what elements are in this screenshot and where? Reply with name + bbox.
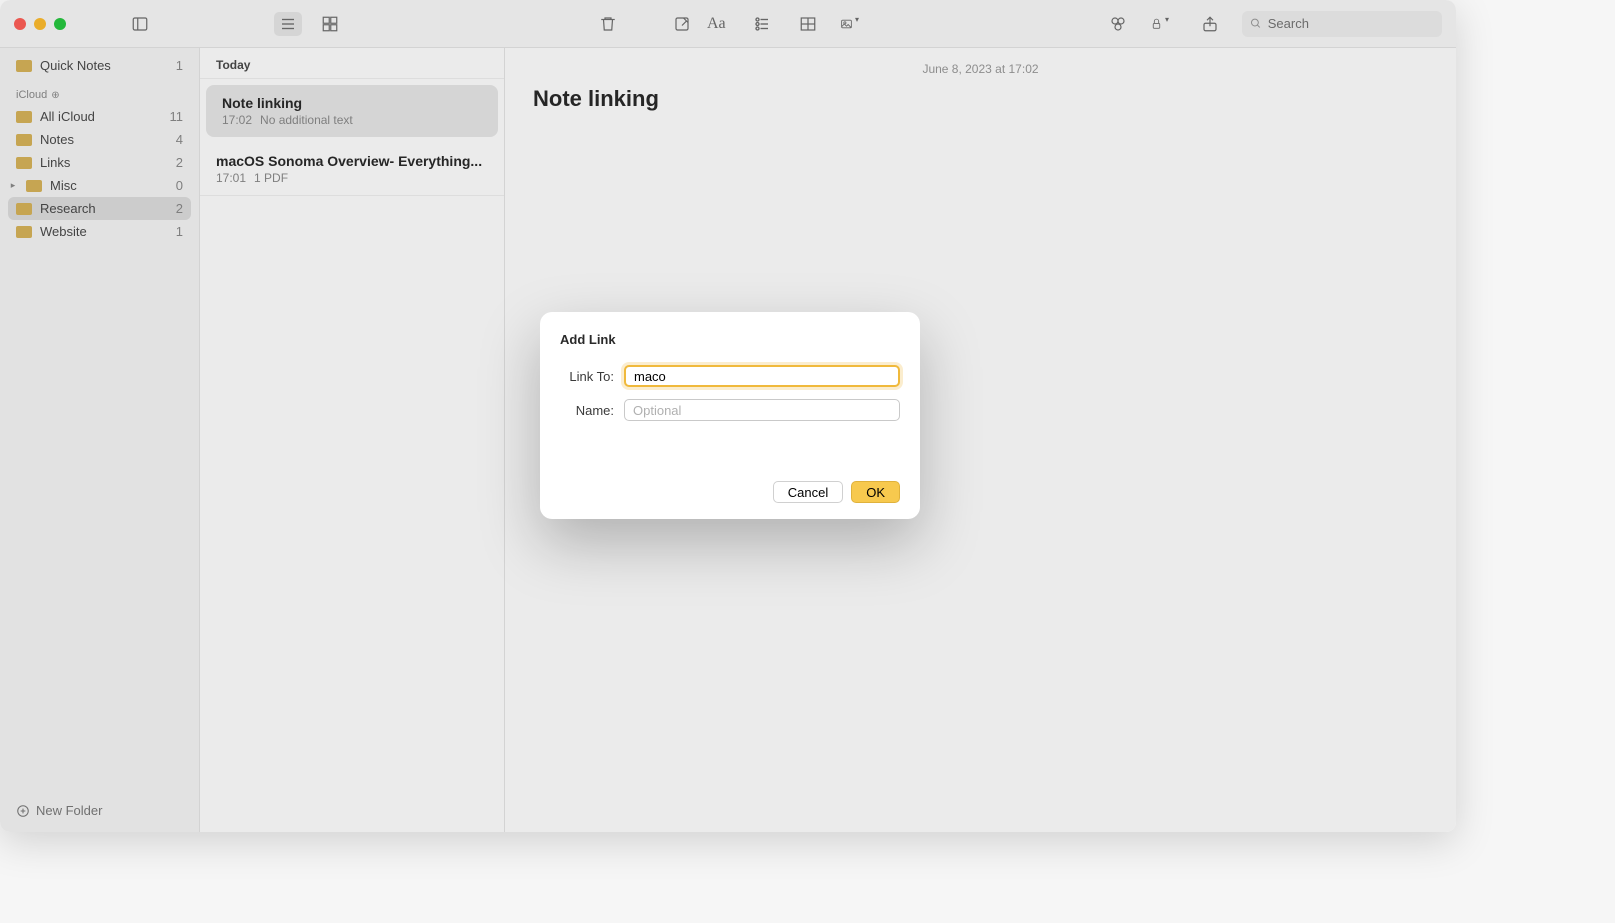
name-label: Name: bbox=[560, 403, 614, 418]
modal-button-row: Cancel OK bbox=[560, 481, 900, 503]
add-link-modal: Add Link Link To: Name: Cancel OK bbox=[540, 312, 920, 519]
link-to-row: Link To: bbox=[560, 365, 900, 387]
modal-title: Add Link bbox=[560, 332, 900, 347]
ok-button[interactable]: OK bbox=[851, 481, 900, 503]
link-to-input[interactable] bbox=[624, 365, 900, 387]
link-to-label: Link To: bbox=[560, 369, 614, 384]
name-input[interactable] bbox=[624, 399, 900, 421]
name-row: Name: bbox=[560, 399, 900, 421]
cancel-button[interactable]: Cancel bbox=[773, 481, 843, 503]
app-window: Aa ▾ ▾ bbox=[0, 0, 1456, 832]
